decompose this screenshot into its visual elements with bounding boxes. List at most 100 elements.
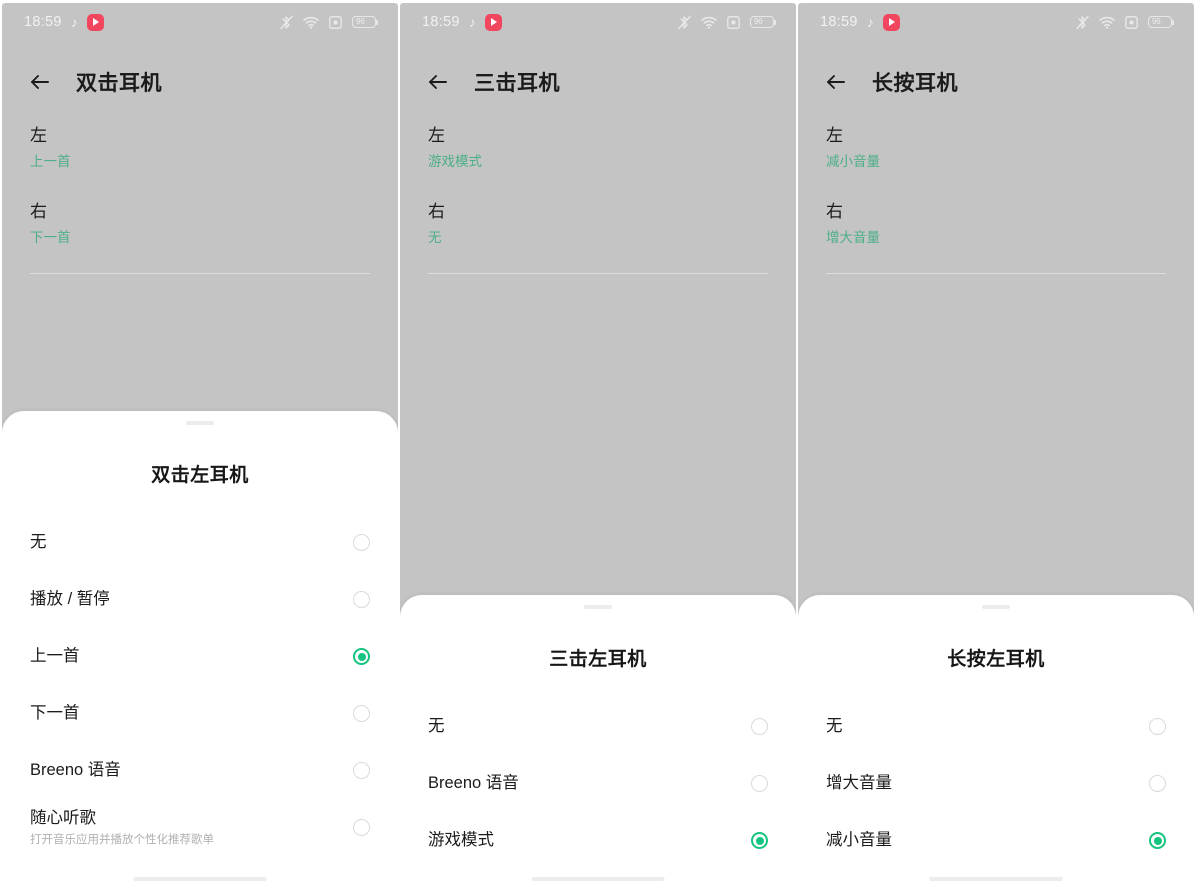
option-sublabel: 打开音乐应用并播放个性化推荐歌单 bbox=[30, 833, 214, 846]
side-label: 右 bbox=[826, 202, 843, 222]
music-note-icon: ♪ bbox=[468, 14, 476, 30]
option-row[interactable]: 上一首 bbox=[30, 628, 370, 685]
option-row[interactable]: 无 bbox=[428, 698, 768, 755]
option-row[interactable]: 播放 / 暂停 bbox=[30, 571, 370, 628]
sheet-drag-handle[interactable] bbox=[982, 605, 1010, 609]
side-label: 左 bbox=[428, 126, 445, 145]
earbud-side-list: 左减小音量右增大音量 bbox=[798, 125, 1194, 278]
option-row[interactable]: Breeno 语音 bbox=[428, 755, 768, 812]
side-row-left[interactable]: 左游戏模式 bbox=[428, 125, 768, 170]
radio-button-icon[interactable] bbox=[1149, 718, 1166, 735]
sheet-drag-handle[interactable] bbox=[186, 421, 214, 425]
wifi-icon bbox=[1099, 16, 1115, 29]
media-app-icon bbox=[86, 13, 104, 31]
option-texts: 播放 / 暂停 bbox=[30, 589, 110, 610]
side-label: 右 bbox=[30, 202, 47, 222]
battery-icon: 96 bbox=[352, 16, 378, 28]
side-row-right[interactable]: 右无 bbox=[428, 201, 768, 246]
back-arrow-icon[interactable] bbox=[822, 68, 850, 96]
bottom-sheet: 长按左耳机无增大音量 减小音量 bbox=[798, 595, 1194, 889]
option-label: Breeno 语音 bbox=[30, 760, 121, 779]
option-texts: 减小音量 bbox=[826, 830, 892, 851]
media-app-icon bbox=[484, 13, 502, 31]
option-row[interactable]: Breeno 语音 bbox=[30, 742, 370, 799]
radio-button-icon[interactable] bbox=[1149, 832, 1166, 849]
option-row[interactable]: 增大音量 bbox=[826, 755, 1166, 812]
option-list: 无播放 / 暂停 上一首下一首 Breeno 语音 随心听歌打开音乐应用并播放个性化推… bbox=[2, 514, 398, 856]
battery-level-label: 96 bbox=[754, 17, 763, 26]
radio-button-icon[interactable] bbox=[353, 762, 370, 779]
page-header: 长按耳机 bbox=[798, 59, 1194, 105]
side-row-right[interactable]: 右增大音量 bbox=[826, 201, 1166, 246]
radio-button-icon[interactable] bbox=[353, 705, 370, 722]
back-arrow-icon[interactable] bbox=[424, 68, 452, 96]
section-divider bbox=[428, 273, 768, 274]
option-label: Breeno 语音 bbox=[428, 773, 519, 792]
option-row[interactable]: 减小音量 bbox=[826, 812, 1166, 869]
option-row[interactable]: 下一首 bbox=[30, 685, 370, 742]
option-label: 无 bbox=[826, 716, 843, 735]
earbud-side-list: 左游戏模式右无 bbox=[400, 125, 796, 278]
option-texts: Breeno 语音 bbox=[30, 760, 121, 781]
home-indicator[interactable] bbox=[531, 877, 665, 881]
side-label: 左 bbox=[826, 126, 843, 145]
home-indicator[interactable] bbox=[133, 877, 267, 881]
option-row[interactable]: 无 bbox=[826, 698, 1166, 755]
option-row[interactable]: 无 bbox=[30, 514, 370, 571]
page-header: 三击耳机 bbox=[400, 59, 796, 105]
sheet-title: 双击左耳机 bbox=[151, 465, 249, 486]
side-value: 游戏模式 bbox=[428, 153, 482, 169]
status-bar-right: 96 bbox=[1076, 15, 1174, 30]
phone-screen-1: 18:59 ♪ 96 双击耳机左上一首右下一首 双击左耳机无播放 / 暂停 上一首 下一首 B… bbox=[2, 3, 398, 889]
radio-button-icon[interactable] bbox=[353, 819, 370, 836]
bluetooth-muted-icon bbox=[678, 15, 691, 30]
option-row[interactable]: 随心听歌打开音乐应用并播放个性化推荐歌单 bbox=[30, 799, 370, 856]
bluetooth-muted-icon bbox=[280, 15, 293, 30]
side-row-right[interactable]: 右下一首 bbox=[30, 201, 370, 246]
battery-level-label: 96 bbox=[356, 17, 365, 26]
option-label: 随心听歌 bbox=[30, 809, 96, 828]
option-label: 无 bbox=[30, 532, 47, 551]
radio-button-icon[interactable] bbox=[353, 591, 370, 608]
side-value: 上一首 bbox=[30, 153, 71, 169]
music-note-icon: ♪ bbox=[70, 14, 78, 30]
option-texts: 无 bbox=[30, 532, 47, 553]
radio-button-icon[interactable] bbox=[751, 832, 768, 849]
dnd-icon bbox=[1125, 15, 1138, 29]
side-row-left[interactable]: 左上一首 bbox=[30, 125, 370, 170]
side-value: 下一首 bbox=[30, 230, 71, 246]
status-bar-right: 96 bbox=[678, 15, 776, 30]
option-label: 上一首 bbox=[30, 646, 80, 665]
status-bar: 18:59 ♪ 96 bbox=[798, 3, 1194, 41]
option-texts: 增大音量 bbox=[826, 773, 892, 794]
radio-button-icon[interactable] bbox=[751, 718, 768, 735]
option-texts: 随心听歌打开音乐应用并播放个性化推荐歌单 bbox=[30, 808, 214, 847]
option-label: 无 bbox=[428, 716, 445, 735]
dnd-icon bbox=[329, 15, 342, 29]
side-row-left[interactable]: 左减小音量 bbox=[826, 125, 1166, 170]
radio-button-icon[interactable] bbox=[751, 775, 768, 792]
media-app-icon bbox=[882, 13, 900, 31]
status-bar-clock: 18:59 bbox=[820, 14, 858, 30]
option-texts: 无 bbox=[826, 716, 843, 737]
radio-button-icon[interactable] bbox=[353, 534, 370, 551]
option-row[interactable]: 游戏模式 bbox=[428, 812, 768, 869]
sheet-drag-handle[interactable] bbox=[584, 605, 612, 609]
status-bar-clock: 18:59 bbox=[422, 14, 460, 30]
back-arrow-icon[interactable] bbox=[26, 68, 54, 96]
status-bar-left: 18:59 ♪ bbox=[820, 13, 900, 31]
home-indicator[interactable] bbox=[929, 877, 1063, 881]
radio-button-icon[interactable] bbox=[353, 648, 370, 665]
radio-button-icon[interactable] bbox=[1149, 775, 1166, 792]
side-label: 左 bbox=[30, 126, 47, 145]
side-value: 无 bbox=[428, 230, 442, 246]
battery-level-label: 96 bbox=[1152, 17, 1161, 26]
bottom-sheet: 双击左耳机无播放 / 暂停 上一首下一首 Breeno 语音 随心听歌打开音乐应用并播… bbox=[2, 411, 398, 889]
status-bar-left: 18:59 ♪ bbox=[422, 13, 502, 31]
status-bar: 18:59 ♪ 96 bbox=[400, 3, 796, 41]
screenshot-collage: 18:59 ♪ 96 双击耳机左上一首右下一首 双击左耳机无播放 / 暂停 上一首 下一首 B… bbox=[0, 0, 1200, 889]
phone-screen-3: 18:59 ♪ 96 长按耳机左减小音量右增大音量 长按左耳机无增大音量 减小音量 bbox=[798, 3, 1194, 889]
side-label: 右 bbox=[428, 202, 445, 222]
status-bar-clock: 18:59 bbox=[24, 14, 62, 30]
section-divider bbox=[30, 273, 370, 274]
